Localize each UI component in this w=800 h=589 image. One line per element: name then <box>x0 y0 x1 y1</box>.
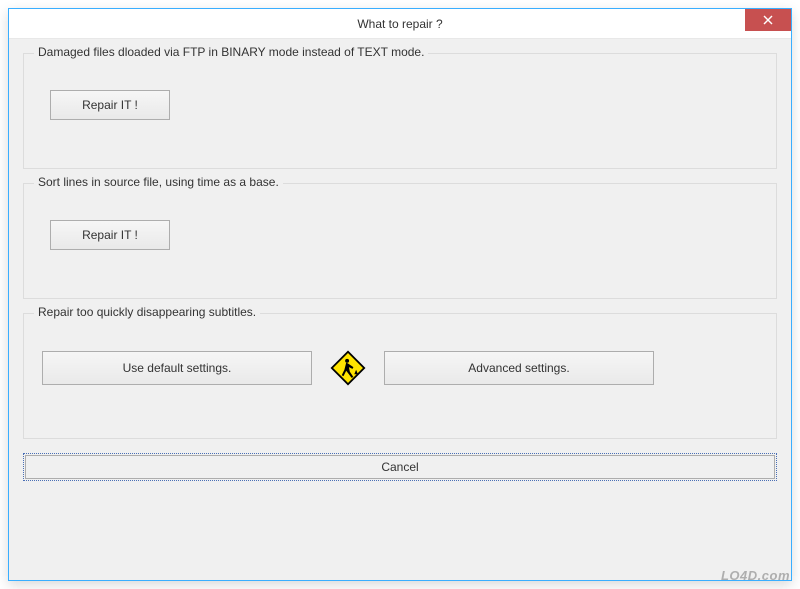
window-title: What to repair ? <box>357 17 442 31</box>
construction-sign-icon <box>330 350 366 386</box>
advanced-settings-button[interactable]: Advanced settings. <box>384 351 654 385</box>
use-default-settings-button[interactable]: Use default settings. <box>42 351 312 385</box>
close-icon <box>763 15 773 25</box>
group-sort-label: Sort lines in source file, using time as… <box>34 175 283 189</box>
group-sort-lines: Sort lines in source file, using time as… <box>23 183 777 299</box>
group-subtitles-label: Repair too quickly disappearing subtitle… <box>34 305 260 319</box>
cancel-row: Cancel <box>23 453 777 481</box>
cancel-button[interactable]: Cancel <box>23 453 777 481</box>
repair-sort-button[interactable]: Repair IT ! <box>50 220 170 250</box>
dialog-window: What to repair ? Damaged files dloaded v… <box>8 8 792 581</box>
titlebar: What to repair ? <box>9 9 791 39</box>
group-ftp-label: Damaged files dloaded via FTP in BINARY … <box>34 45 428 59</box>
dialog-body: Damaged files dloaded via FTP in BINARY … <box>9 39 791 580</box>
subtitles-button-row: Use default settings. Advanced settings. <box>42 350 758 386</box>
group-ftp-repair: Damaged files dloaded via FTP in BINARY … <box>23 53 777 169</box>
repair-ftp-button[interactable]: Repair IT ! <box>50 90 170 120</box>
group-subtitles: Repair too quickly disappearing subtitle… <box>23 313 777 439</box>
close-button[interactable] <box>745 9 791 31</box>
